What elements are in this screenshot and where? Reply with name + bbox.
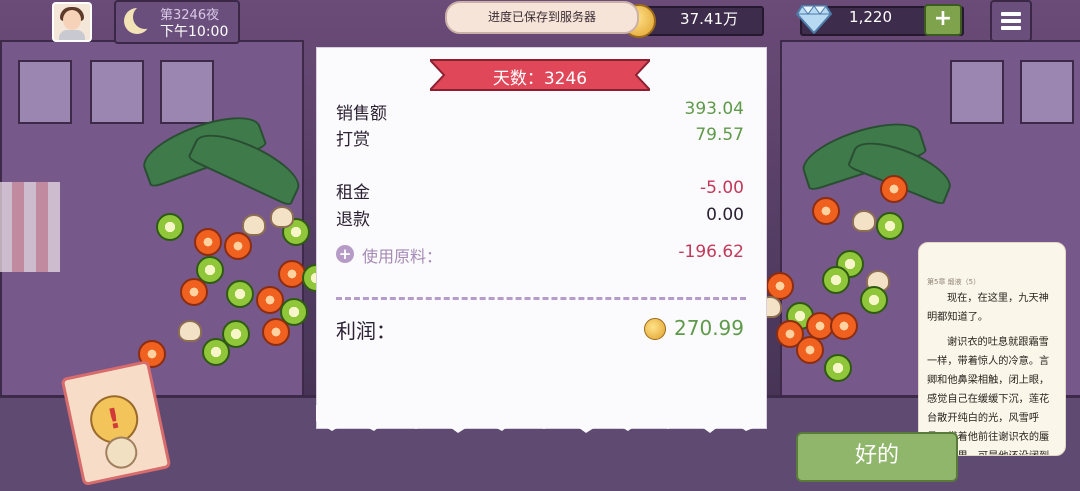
gem-balance: 1,220 — [849, 8, 892, 26]
coin-icon — [644, 318, 666, 340]
tomato-slice — [180, 278, 208, 306]
diamond-icon — [796, 5, 832, 34]
avatar-face — [63, 10, 81, 30]
jalapeno-slice — [202, 338, 230, 366]
sales-label: 销售额 — [336, 104, 387, 124]
jalapeno-slice — [226, 280, 254, 308]
tomato-slice — [262, 318, 290, 346]
receipt-divider — [336, 297, 746, 300]
tomato-slice — [830, 312, 858, 340]
reader-chapter-line: 第5章 煅液（5） — [927, 278, 981, 286]
tomato-slice — [796, 336, 824, 364]
player-avatar[interactable] — [52, 2, 92, 42]
window — [950, 60, 1004, 124]
sales-value: 393.04 — [684, 99, 744, 119]
tomato-slice — [812, 197, 840, 225]
ingredients-label[interactable]: 使用原料： — [362, 243, 442, 267]
clock-time: 下午10:00 — [160, 24, 229, 40]
ingredients-value: -196.62 — [678, 242, 744, 262]
garlic-clove — [852, 210, 876, 232]
reader-paragraph: 现在，在这里，九天神明都知道了。 — [927, 293, 1049, 323]
jalapeno-slice — [822, 266, 850, 294]
profit-value: 270.99 — [674, 316, 744, 340]
day-title: 天数：3246 — [492, 69, 588, 89]
hamburger-line — [1001, 26, 1021, 30]
jalapeno-slice — [824, 354, 852, 382]
menu-button[interactable] — [990, 0, 1032, 42]
striped-awning — [0, 182, 60, 272]
garlic-clove — [242, 214, 266, 236]
rent-label: 租金 — [336, 183, 370, 203]
jalapeno-slice — [156, 213, 184, 241]
tips-label: 打赏 — [336, 130, 370, 150]
window — [160, 60, 214, 124]
tomato-slice — [194, 228, 222, 256]
profit-label: 利润： — [336, 319, 396, 343]
avatar-body — [59, 30, 85, 40]
ok-button[interactable]: 好的 — [796, 432, 958, 482]
coin-balance: 37.41万 — [680, 10, 738, 28]
hamburger-line — [1001, 12, 1021, 16]
receipt-torn-edge — [316, 405, 765, 433]
tomato-slice — [224, 232, 252, 260]
floating-reader-panel[interactable]: 第5章 煅液（5） 现在，在这里，九天神明都知道了。 谢识衣的吐息就跟霜雪一样，… — [918, 242, 1066, 456]
expand-ingredients-icon[interactable]: + — [336, 245, 354, 263]
window — [1020, 60, 1074, 124]
hamburger-line — [1001, 19, 1021, 23]
jalapeno-slice — [860, 286, 888, 314]
refund-value: 0.00 — [706, 205, 744, 225]
window — [18, 60, 72, 124]
jalapeno-slice — [876, 212, 904, 240]
moon-icon — [124, 5, 157, 34]
refund-label: 退款 — [336, 210, 370, 230]
day-time-panel: 第3246夜 下午10:00 — [114, 0, 240, 44]
tomato-slice — [880, 175, 908, 203]
save-status-toast: 进度已保存到服务器 — [445, 1, 639, 34]
add-gems-button[interactable]: + — [924, 4, 962, 36]
window — [90, 60, 144, 124]
rent-value: -5.00 — [700, 178, 744, 198]
garlic-clove — [270, 206, 294, 228]
garlic-clove — [178, 320, 202, 342]
tips-value: 79.57 — [695, 125, 744, 145]
